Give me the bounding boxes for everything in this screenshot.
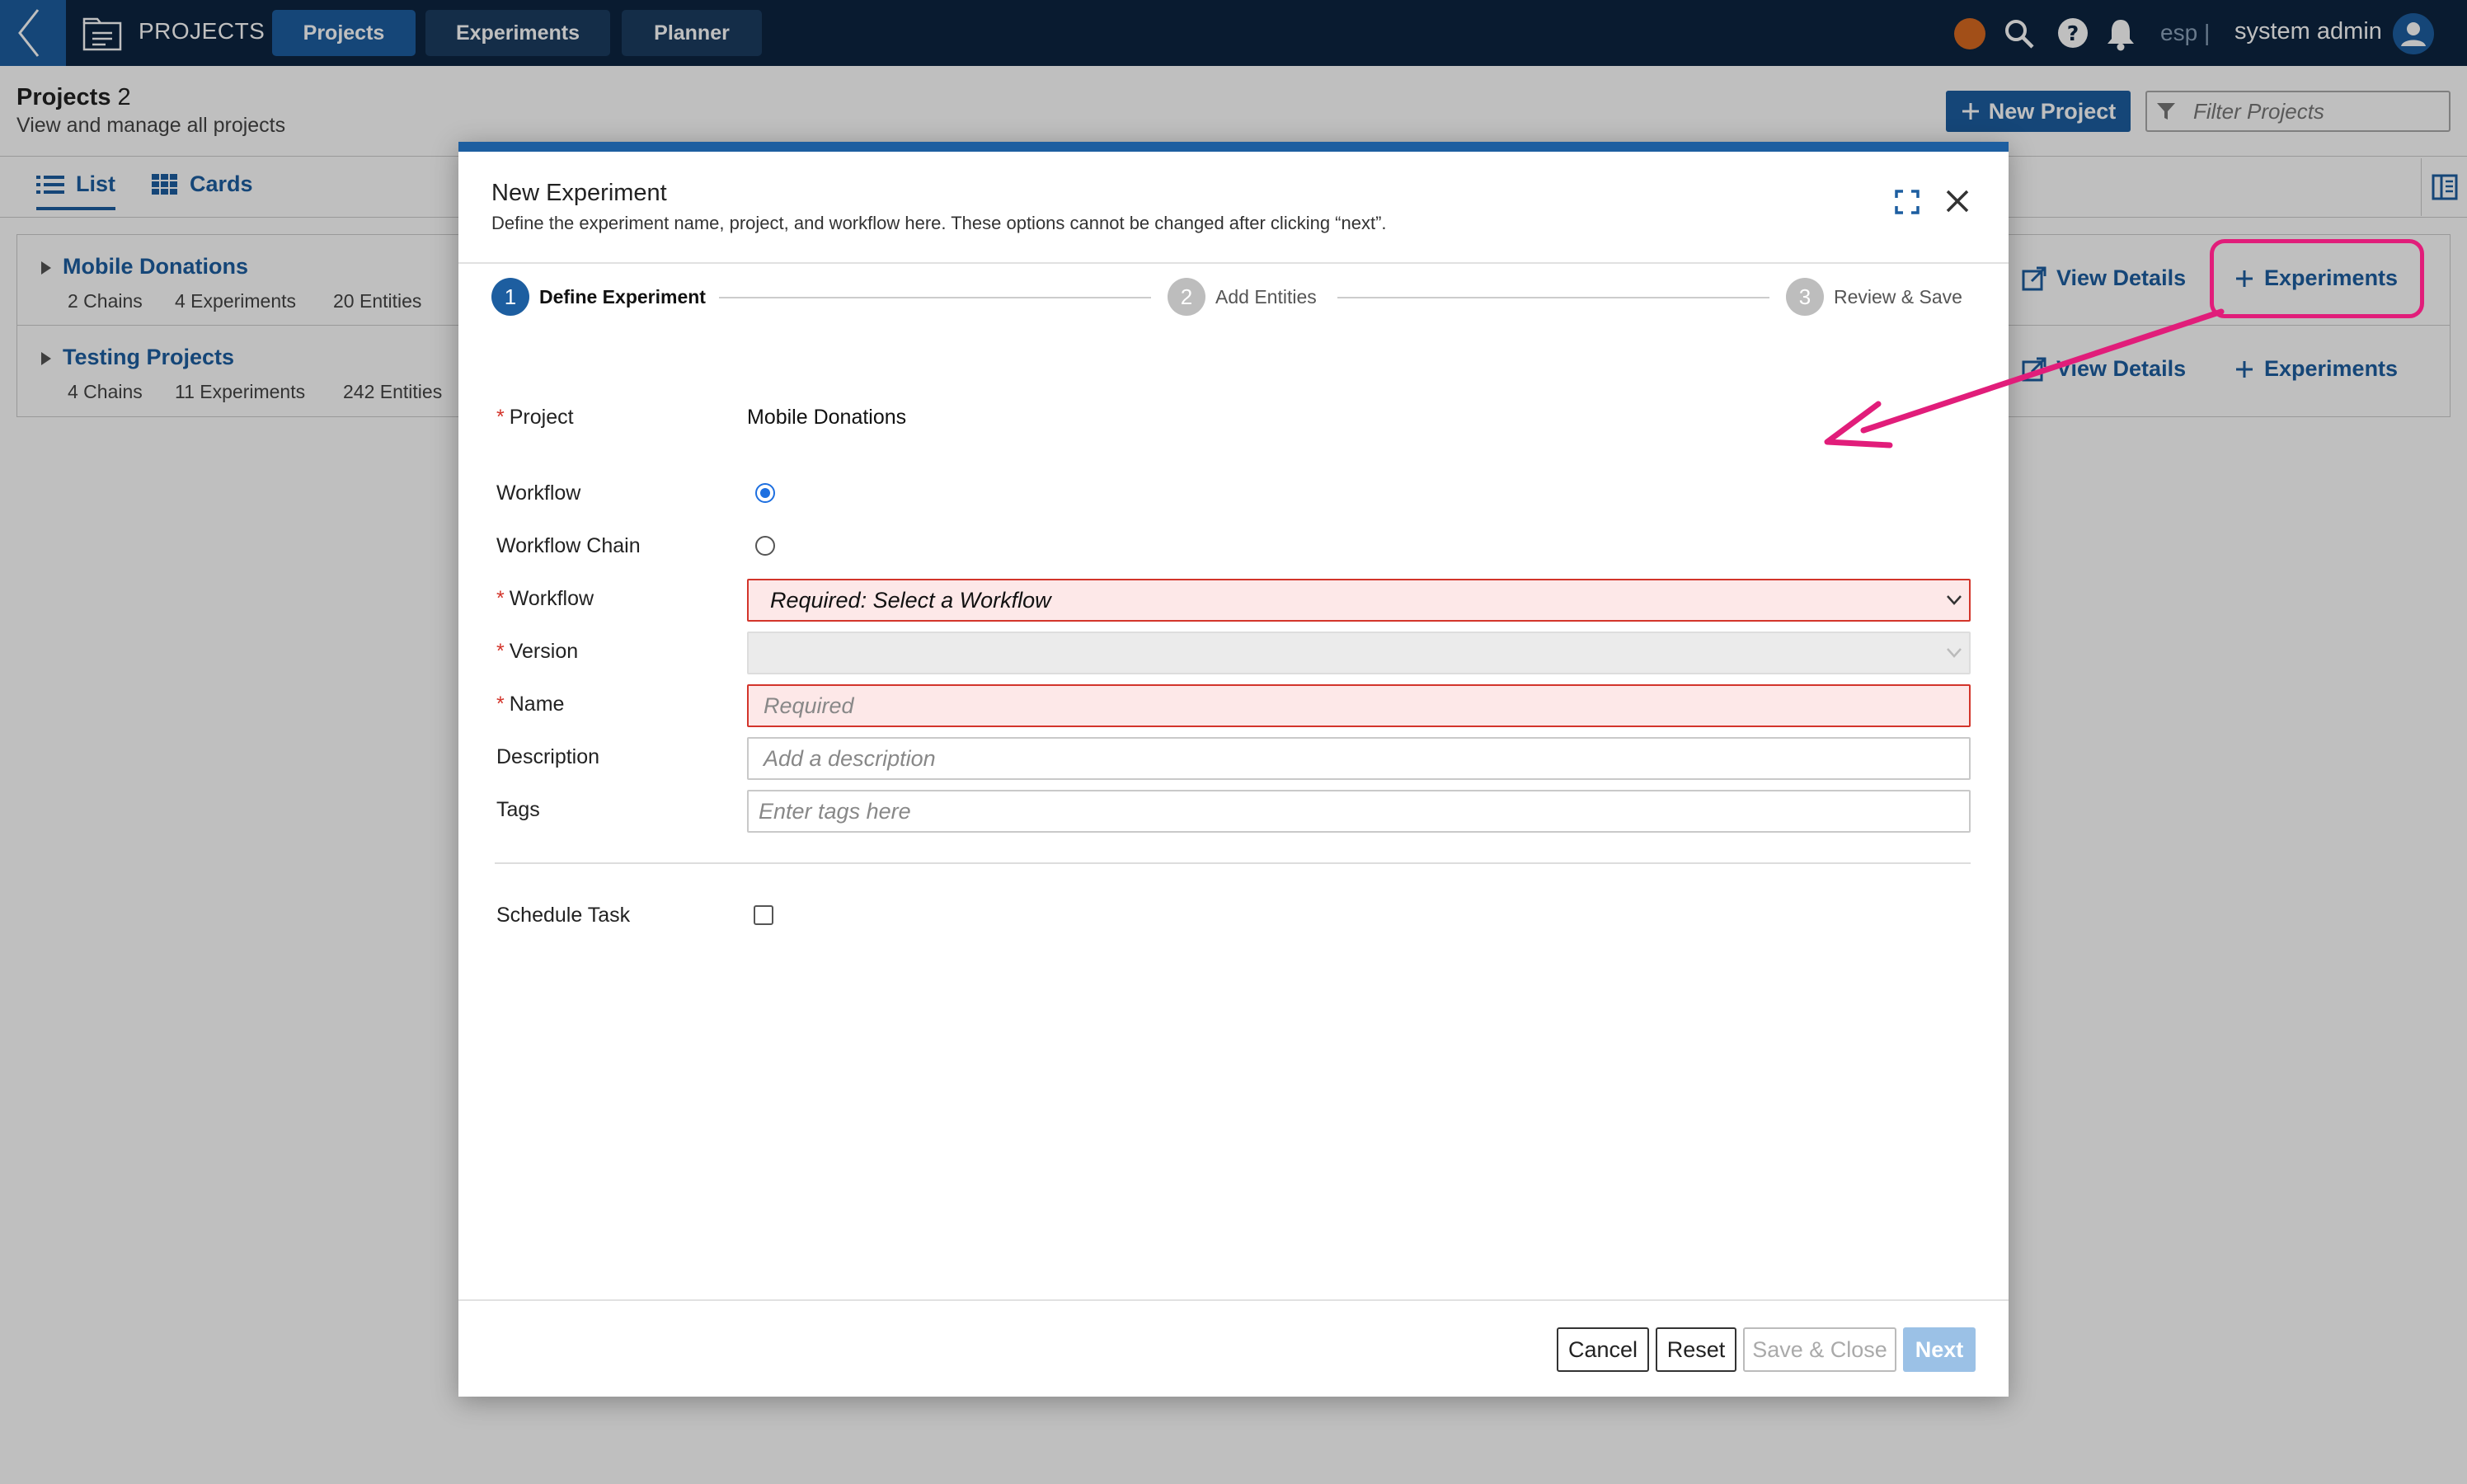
version-label: * Version — [496, 640, 578, 664]
cancel-button[interactable]: Cancel — [1557, 1327, 1649, 1372]
step-2-label: Add Entities — [1215, 286, 1317, 308]
name-input[interactable]: Required — [747, 684, 1971, 727]
workflow-chain-radio-label: Workflow Chain — [496, 534, 641, 557]
required-mark: * — [496, 406, 505, 429]
project-label-text: Project — [509, 406, 574, 429]
description-input[interactable]: Add a description — [747, 737, 1971, 780]
tags-label: Tags — [496, 798, 540, 821]
version-label-text: Version — [509, 640, 579, 663]
project-label: * Project — [496, 406, 574, 430]
close-icon[interactable] — [1944, 188, 1971, 218]
step-1-indicator: 1 — [491, 278, 529, 316]
required-mark: * — [496, 640, 505, 663]
workflow-label: * Workflow — [496, 587, 594, 611]
step-connector — [719, 297, 1151, 298]
modal-title: New Experiment — [491, 180, 667, 206]
workflow-radio[interactable] — [755, 483, 775, 503]
name-label: * Name — [496, 693, 564, 716]
required-mark: * — [496, 587, 505, 610]
schedule-task-checkbox[interactable] — [754, 905, 773, 925]
workflow-select[interactable]: Required: Select a Workflow — [747, 579, 1971, 622]
schedule-task-label: Schedule Task — [496, 904, 631, 927]
annotation-highlight-box — [2210, 239, 2424, 318]
required-mark: * — [496, 693, 505, 716]
divider — [458, 262, 2009, 264]
maximize-icon[interactable] — [1895, 190, 1920, 218]
save-close-button[interactable]: Save & Close — [1743, 1327, 1896, 1372]
step-2-indicator: 2 — [1168, 278, 1205, 316]
step-3-indicator: 3 — [1786, 278, 1824, 316]
version-select[interactable] — [747, 632, 1971, 674]
next-button[interactable]: Next — [1903, 1327, 1976, 1372]
description-label: Description — [496, 745, 600, 768]
chevron-down-icon — [1946, 646, 1962, 664]
step-1-label: Define Experiment — [539, 286, 706, 308]
name-label-text: Name — [509, 693, 565, 716]
divider — [495, 862, 1971, 864]
modal-description: Define the experiment name, project, and… — [491, 213, 1387, 233]
workflow-label-text: Workflow — [509, 587, 594, 610]
workflow-chain-radio[interactable] — [755, 536, 775, 556]
reset-button[interactable]: Reset — [1656, 1327, 1736, 1372]
step-3-label: Review & Save — [1834, 286, 1962, 308]
step-connector — [1337, 297, 1769, 298]
chevron-down-icon — [1946, 594, 1962, 611]
workflow-radio-label: Workflow — [496, 481, 581, 505]
divider — [458, 1299, 2009, 1301]
tags-input[interactable]: Enter tags here — [747, 790, 1971, 833]
project-value: Mobile Donations — [747, 406, 907, 429]
